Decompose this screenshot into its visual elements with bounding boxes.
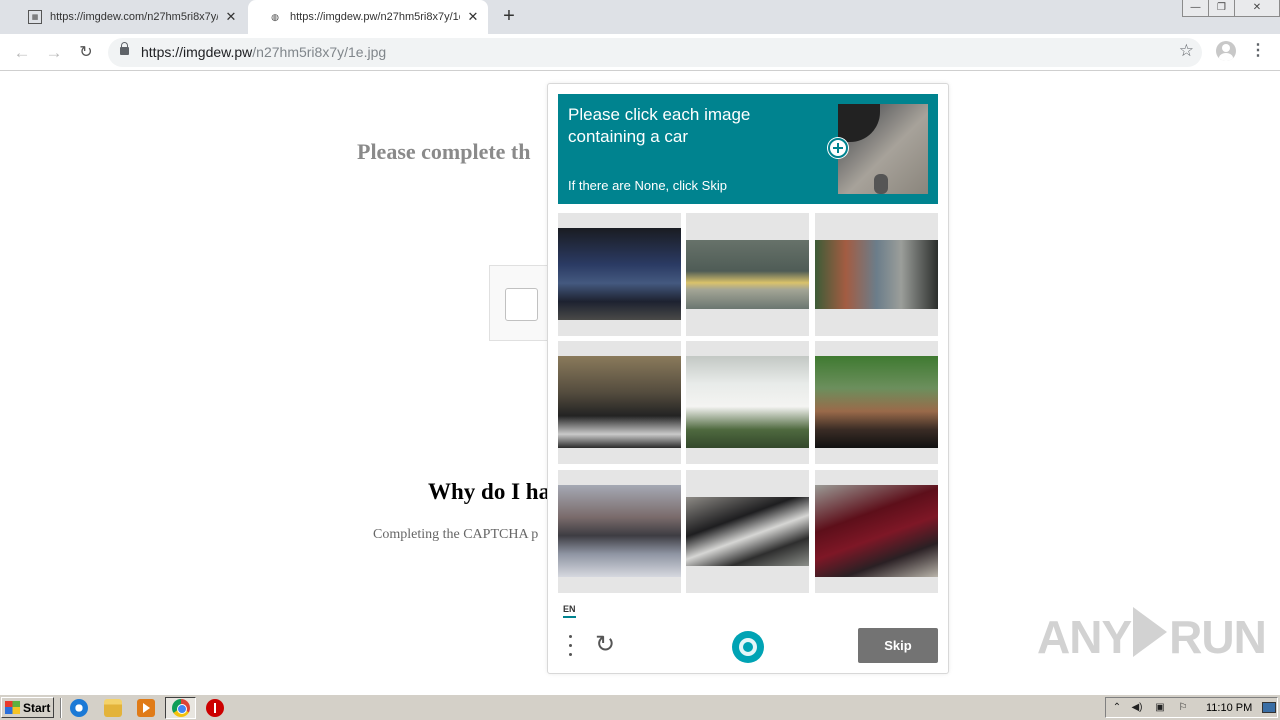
profile-avatar-icon[interactable] <box>1216 41 1236 61</box>
image-tile[interactable] <box>686 341 809 464</box>
captcha-challenge: Please click each image containing a car… <box>547 83 949 674</box>
why-text: Completing the CAPTCHA p <box>373 527 539 542</box>
tab-title: https://imgdew.com/n27hm5ri8x7y/1 <box>50 11 218 23</box>
image-tile[interactable] <box>558 213 681 336</box>
hcaptcha-logo-icon[interactable] <box>732 631 764 663</box>
restore-button[interactable]: ❐ <box>1208 0 1235 17</box>
language-selector[interactable]: EN <box>563 604 576 618</box>
start-button[interactable]: Start <box>1 697 54 718</box>
captcha-checkbox[interactable] <box>505 288 538 321</box>
tile-image <box>558 356 681 448</box>
bookmark-star-icon[interactable]: ☆ <box>1179 41 1194 61</box>
image-favicon-icon: ▦ <box>28 10 42 24</box>
tab-bar: ▦ https://imgdew.com/n27hm5ri8x7y/1 ✕ ◍ … <box>0 0 1280 34</box>
image-tile[interactable] <box>558 470 681 593</box>
show-desktop-icon[interactable] <box>1262 702 1276 713</box>
image-tile[interactable] <box>558 341 681 464</box>
tile-image <box>686 356 809 448</box>
expand-example-icon[interactable] <box>828 138 848 158</box>
tile-image <box>686 497 809 566</box>
prompt-subtext: If there are None, click Skip <box>568 178 727 193</box>
page-heading: Please complete th <box>357 139 531 164</box>
stop-icon[interactable] <box>206 699 224 717</box>
windows-logo-icon <box>5 701 20 714</box>
more-options-icon[interactable] <box>566 635 574 659</box>
show-hidden-icons-icon[interactable]: ⌃ <box>1110 702 1124 714</box>
forward-button[interactable]: → <box>42 41 66 65</box>
image-tile[interactable] <box>686 213 809 336</box>
refresh-challenge-icon[interactable]: ↻ <box>594 633 616 657</box>
chrome-icon[interactable] <box>172 699 190 717</box>
example-image <box>838 104 928 194</box>
taskbar: Start ⌃ ◀) ▣ ⚐ 11:10 PM <box>0 694 1280 720</box>
browser-menu-icon[interactable]: ⋮ <box>1250 42 1266 60</box>
lock-icon[interactable] <box>120 42 129 55</box>
window-controls: — ❐ ✕ <box>1182 0 1280 18</box>
window-close-button[interactable]: ✕ <box>1234 0 1280 17</box>
tab-close-icon[interactable]: ✕ <box>466 9 480 25</box>
tab-title: https://imgdew.pw/n27hm5ri8x7y/1e <box>290 11 460 23</box>
tile-image <box>558 485 681 577</box>
tile-image <box>558 228 681 320</box>
browser-toolbar: ← → ↻ https://imgdew.pw/n27hm5ri8x7y/1e.… <box>0 34 1280 71</box>
start-label: Start <box>23 700 51 715</box>
challenge-prompt: Please click each image containing a car… <box>558 94 938 204</box>
url-text[interactable]: https://imgdew.pw/n27hm5ri8x7y/1e.jpg <box>141 44 386 60</box>
media-player-icon[interactable] <box>137 699 155 717</box>
volume-icon[interactable]: ◀) <box>1130 702 1144 714</box>
image-tile[interactable] <box>815 213 938 336</box>
tile-image <box>686 240 809 309</box>
anyrun-watermark: ANY RUN <box>1037 607 1267 664</box>
address-bar[interactable]: https://imgdew.pw/n27hm5ri8x7y/1e.jpg ☆ <box>108 38 1202 67</box>
tile-image <box>815 240 938 309</box>
play-logo-icon <box>1133 607 1168 657</box>
url-path: /n27hm5ri8x7y/1e.jpg <box>252 44 387 60</box>
tile-image <box>815 485 938 577</box>
system-tray: ⌃ ◀) ▣ ⚐ 11:10 PM <box>1105 697 1278 718</box>
watermark-left: ANY <box>1037 611 1132 663</box>
taskbar-separator <box>60 698 62 718</box>
internet-explorer-icon[interactable] <box>70 699 88 717</box>
skip-button[interactable]: Skip <box>858 628 938 663</box>
tab-close-icon[interactable]: ✕ <box>224 9 238 25</box>
image-tile[interactable] <box>815 470 938 593</box>
tab-imgdew-com[interactable]: ▦ https://imgdew.com/n27hm5ri8x7y/1 ✕ <box>8 0 246 34</box>
url-host: https://imgdew.pw <box>141 44 253 60</box>
minimize-button[interactable]: — <box>1182 0 1209 17</box>
why-heading: Why do I ha <box>428 479 551 504</box>
watermark-right: RUN <box>1169 611 1267 663</box>
tab-imgdew-pw[interactable]: ◍ https://imgdew.pw/n27hm5ri8x7y/1e ✕ <box>248 0 488 34</box>
tile-image <box>815 356 938 448</box>
clock[interactable]: 11:10 PM <box>1206 702 1252 714</box>
network-icon[interactable]: ▣ <box>1153 702 1167 714</box>
image-tile[interactable] <box>686 470 809 593</box>
action-center-flag-icon[interactable]: ⚐ <box>1176 702 1190 714</box>
image-tile[interactable] <box>815 341 938 464</box>
new-tab-button[interactable]: + <box>498 6 520 28</box>
folder-icon[interactable] <box>104 699 122 717</box>
reload-button[interactable]: ↻ <box>74 41 98 65</box>
globe-icon: ◍ <box>271 11 279 22</box>
prompt-text: Please click each image containing a car <box>568 105 751 146</box>
back-button[interactable]: ← <box>10 41 34 65</box>
